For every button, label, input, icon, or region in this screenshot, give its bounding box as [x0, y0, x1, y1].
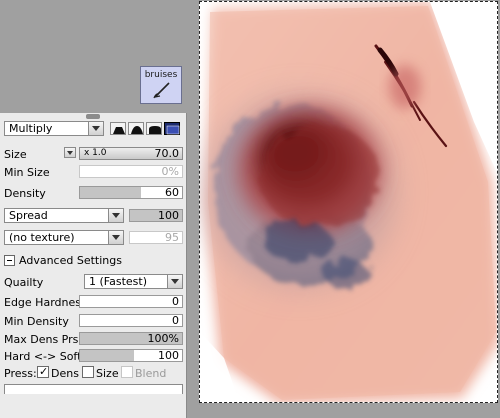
next-control-partial[interactable] — [4, 384, 183, 394]
chevron-down-icon — [108, 231, 123, 244]
max-dens-prs-value: 100% — [147, 332, 179, 345]
advanced-settings-label: Advanced Settings — [19, 254, 122, 267]
texture-mode-select[interactable]: Spread — [4, 208, 124, 223]
hard-soft-slider[interactable]: 100 — [79, 349, 183, 362]
size-multiplier-dropdown[interactable] — [64, 147, 76, 158]
min-density-label: Min Density — [4, 315, 69, 328]
quality-select[interactable]: 1 (Fastest) — [84, 274, 183, 289]
texture-mode-value: Spread — [9, 209, 48, 222]
press-size-checkbox[interactable] — [82, 366, 94, 378]
soft-edge-icon — [149, 126, 161, 134]
density-value: 60 — [165, 186, 179, 199]
texture-amount-value: 95 — [165, 231, 179, 244]
press-dens-checkbox[interactable]: ✓ — [37, 365, 49, 378]
brush-tile-bruises[interactable]: bruises — [140, 66, 182, 104]
min-size-value: 0% — [161, 165, 179, 178]
press-dens-label: Dens — [51, 367, 79, 380]
chevron-down-icon — [167, 275, 182, 288]
texture-amount-slider[interactable]: 95 — [129, 231, 183, 244]
chevron-down-icon — [108, 209, 123, 222]
hard-edge-icon — [113, 127, 125, 134]
size-label: Size — [4, 148, 27, 161]
size-value: 70.0 — [154, 147, 180, 160]
square-edge-icon — [166, 125, 180, 135]
spread-amount-slider[interactable]: 100 — [129, 209, 183, 222]
medium-edge-icon — [131, 126, 143, 134]
texture-select[interactable]: (no texture) — [4, 230, 124, 245]
min-size-slider[interactable]: 0% — [79, 165, 183, 178]
min-density-slider[interactable]: 0 — [79, 314, 183, 327]
brush-tool-icon — [153, 82, 170, 99]
brush-tile-label: bruises — [144, 70, 178, 80]
size-multiplier: x 1.0 — [84, 148, 107, 158]
checkmark-icon: ✓ — [39, 365, 49, 378]
hard-soft-fill — [80, 350, 135, 361]
press-label: Press: — [4, 367, 37, 380]
panel-grip[interactable] — [86, 114, 100, 119]
press-blend-label: Blend — [135, 367, 167, 380]
density-fill — [80, 187, 142, 198]
press-size-label: Size — [96, 367, 119, 380]
hard-edge-shape[interactable] — [110, 122, 126, 135]
edge-hardness-value: 0 — [172, 295, 179, 308]
medium-edge-shape[interactable] — [128, 122, 144, 135]
hard-soft-value: 100 — [158, 349, 179, 362]
blend-mode-value: Multiply — [9, 122, 53, 135]
min-size-label: Min Size — [4, 166, 50, 179]
quality-label: Quailty — [4, 276, 44, 289]
texture-value: (no texture) — [9, 231, 75, 244]
size-slider[interactable]: x 1.0 70.0 — [79, 147, 183, 160]
max-dens-prs-slider[interactable]: 100% — [79, 332, 183, 345]
brush-settings-panel: Multiply Size x 1.0 70.0 Min Size 0% Den… — [0, 113, 187, 418]
density-label: Density — [4, 187, 46, 200]
edge-hardness-slider[interactable]: 0 — [79, 295, 183, 308]
max-dens-prs-label: Max Dens Prs. — [4, 333, 82, 346]
soft-edge-shape[interactable] — [146, 122, 162, 135]
quality-value: 1 (Fastest) — [89, 275, 147, 288]
blend-mode-select[interactable]: Multiply — [4, 121, 104, 136]
min-density-value: 0 — [172, 314, 179, 327]
hard-soft-label: Hard <-> Soft — [4, 350, 82, 363]
square-edge-shape[interactable] — [164, 122, 180, 135]
edge-hardness-label: Edge Hardness — [4, 296, 87, 309]
spread-amount-value: 100 — [158, 209, 179, 222]
press-blend-checkbox[interactable] — [121, 366, 133, 378]
bruise-painting — [200, 2, 497, 402]
chevron-down-icon — [88, 122, 103, 135]
drawing-canvas[interactable] — [199, 1, 498, 403]
density-slider[interactable]: 60 — [79, 186, 183, 199]
advanced-collapse-toggle[interactable] — [4, 255, 15, 266]
